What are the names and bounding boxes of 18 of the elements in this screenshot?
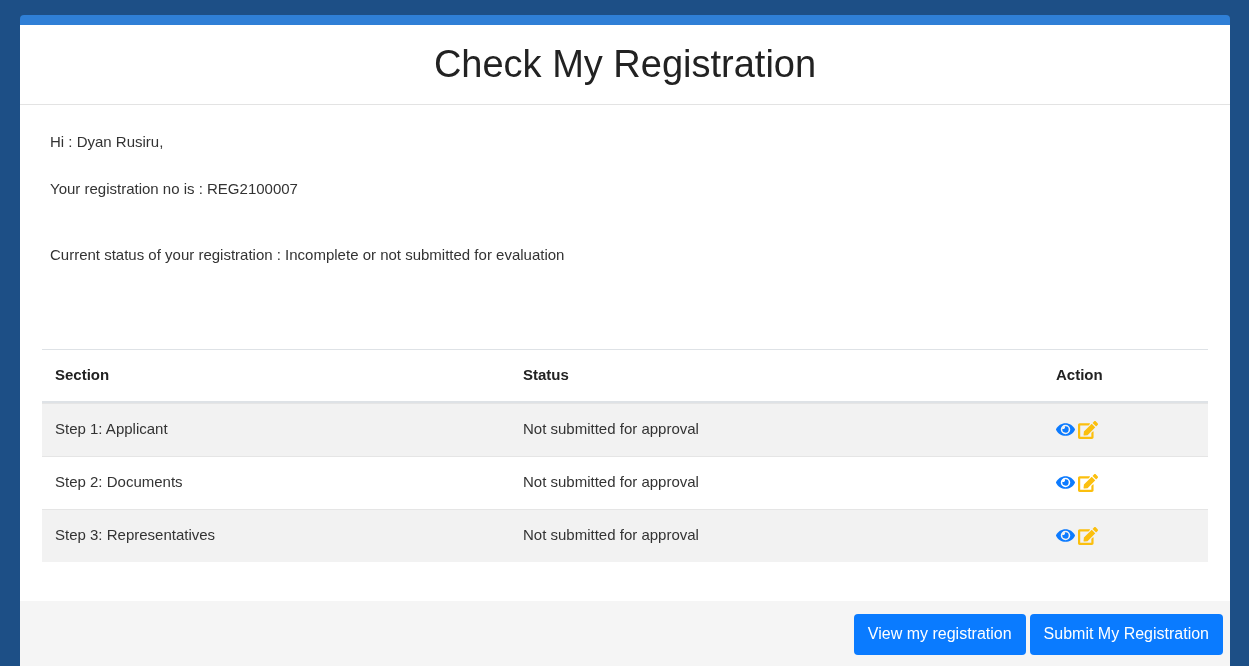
view-icon[interactable] xyxy=(1056,420,1075,439)
greeting-text: Hi : Dyan Rusiru, xyxy=(50,132,165,152)
registration-number-text: Your registration no is : REG2100007 xyxy=(50,178,299,199)
column-header: Status xyxy=(523,364,570,385)
column-header: Action xyxy=(1056,364,1103,385)
view-icon[interactable] xyxy=(1056,473,1075,492)
table-cell-text: Not submitted for approval xyxy=(523,525,700,546)
column-header: Section xyxy=(55,364,111,385)
modal-button[interactable]: Submit My Registration xyxy=(1029,613,1223,655)
table-cell-text: Step 2: Documents xyxy=(55,472,184,493)
modal-button[interactable]: View my registration xyxy=(853,613,1026,655)
modal-title: Check My Registration xyxy=(433,42,817,87)
registration-status-text: Current status of your registration : Incomplete or not submitted for evaluation xyxy=(50,245,566,265)
view-icon[interactable] xyxy=(1056,526,1075,545)
table-cell-text: Not submitted for approval xyxy=(523,419,700,440)
table-cell-text: Step 1: Applicant xyxy=(55,419,169,440)
table-cell-text: Not submitted for approval xyxy=(523,472,700,493)
table-cell-text: Step 3: Representatives xyxy=(55,525,217,546)
